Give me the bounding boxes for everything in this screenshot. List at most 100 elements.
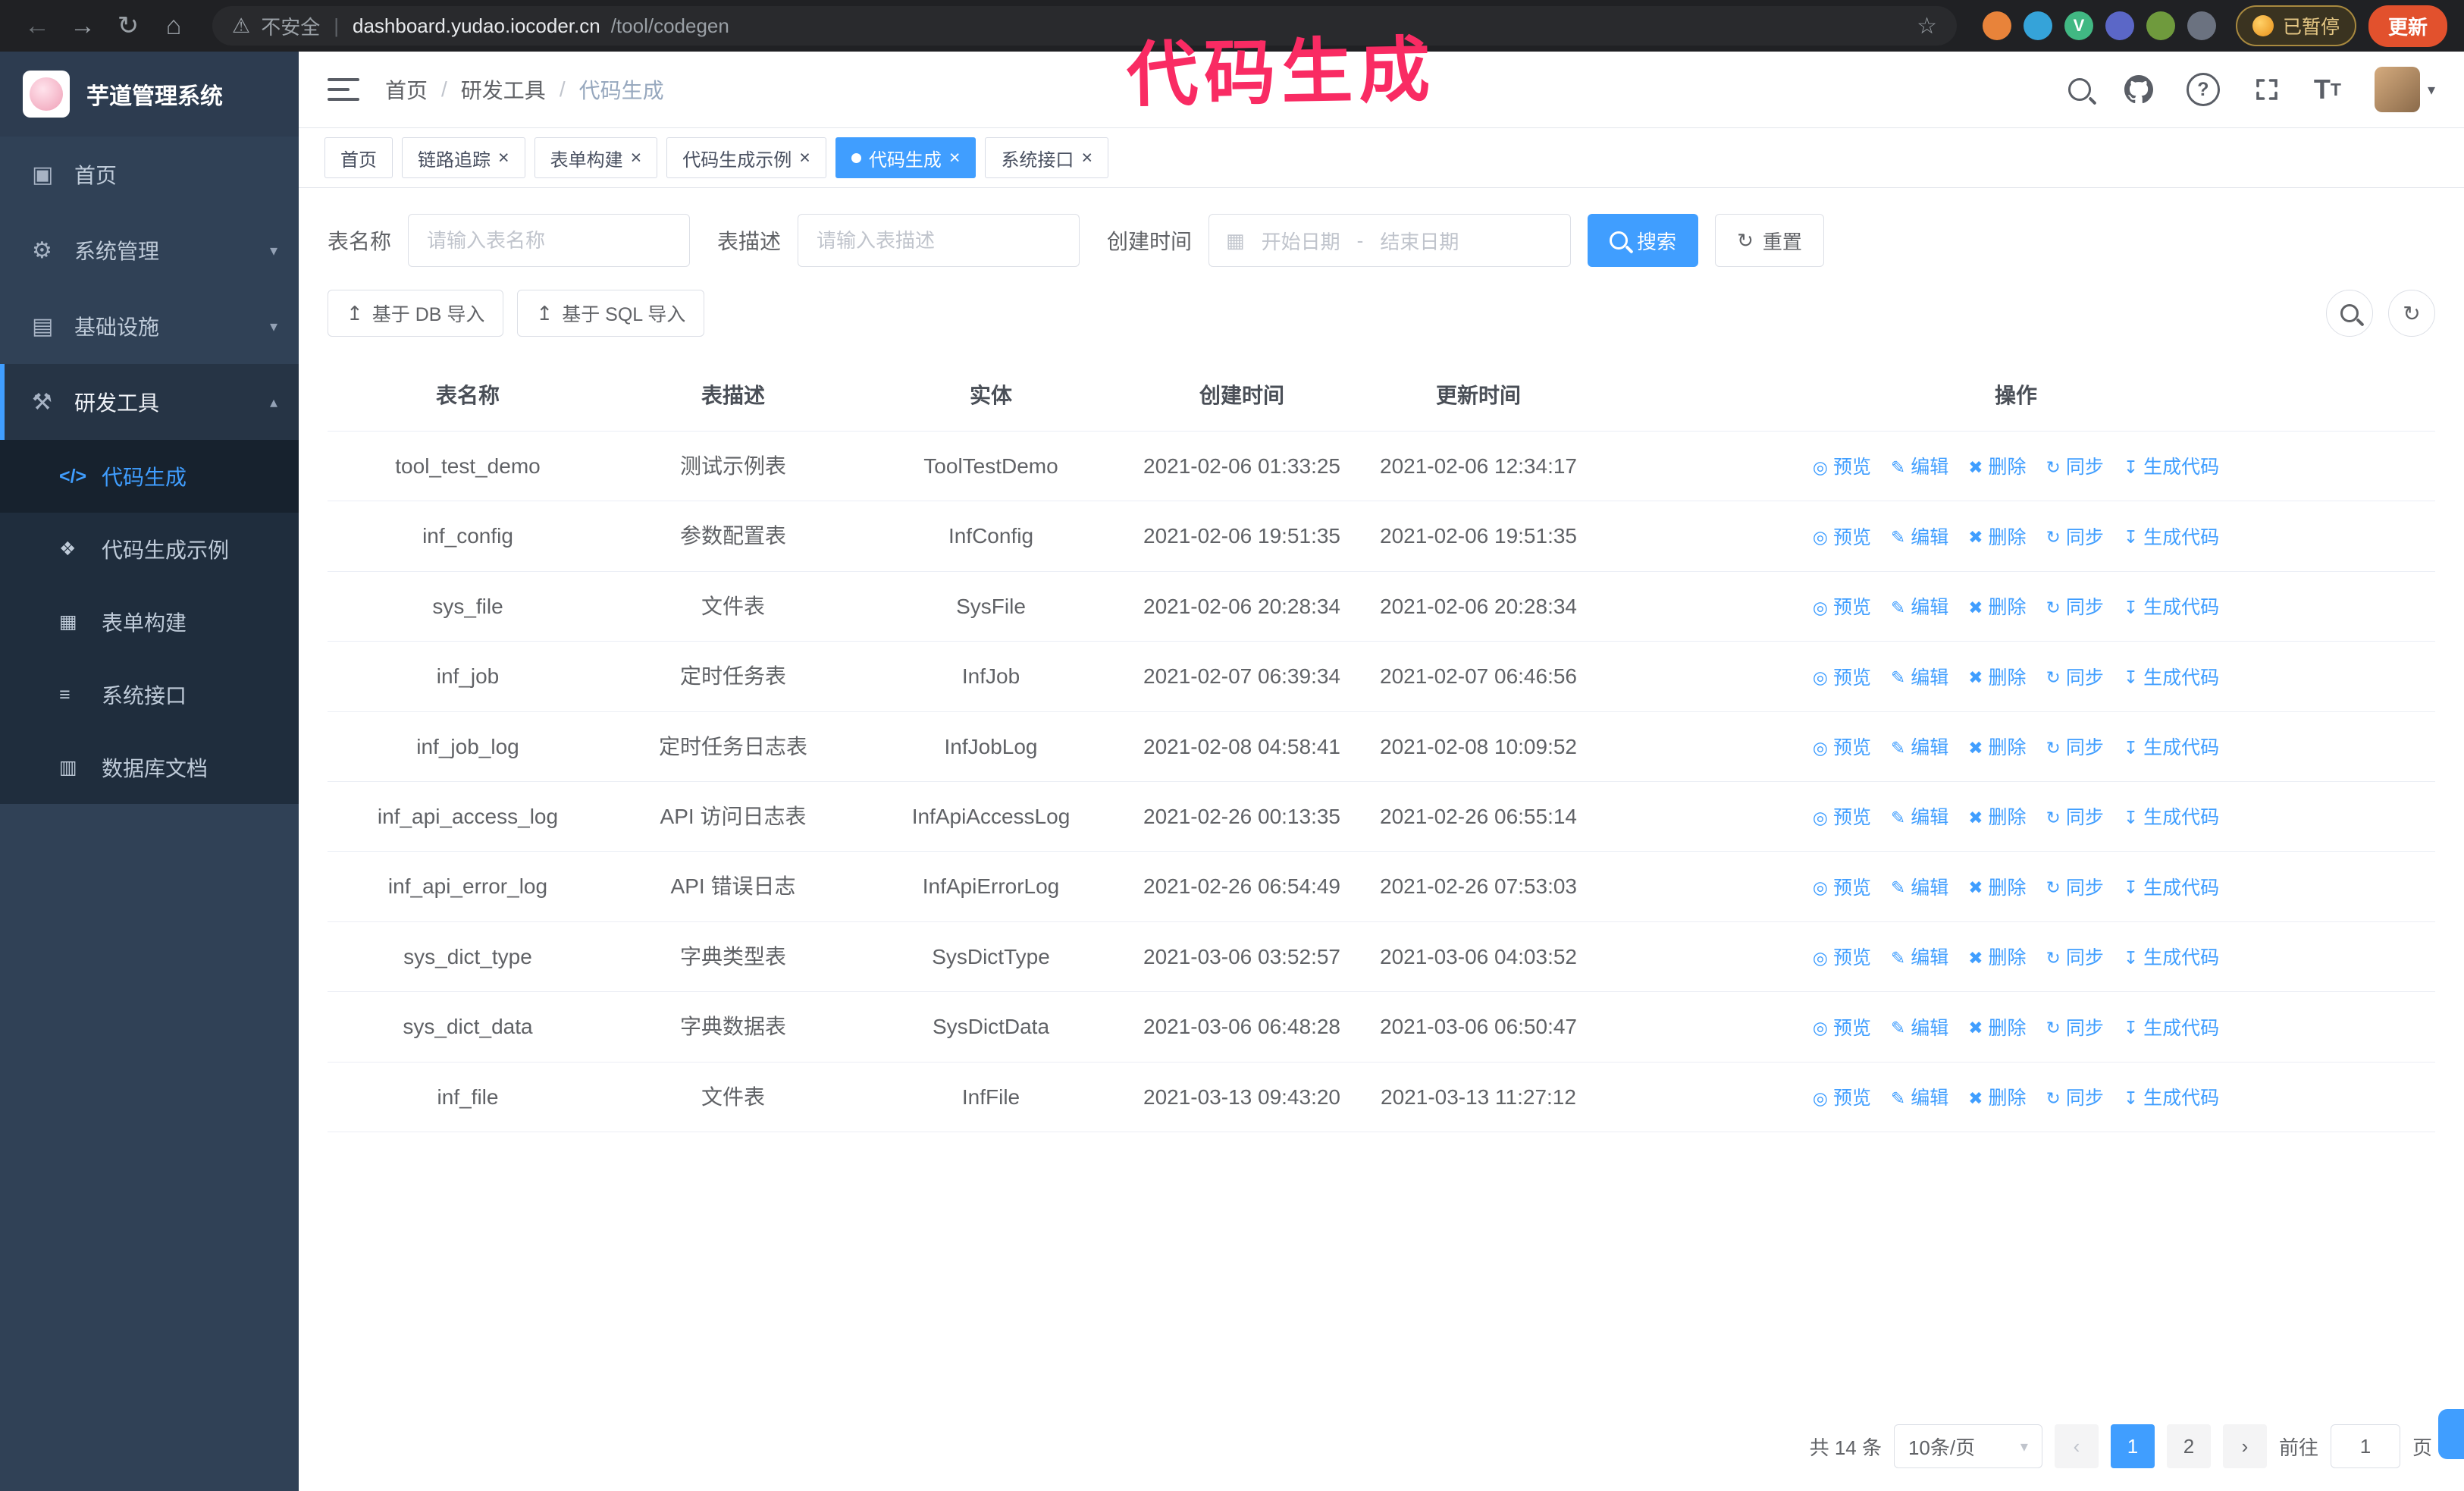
delete-link[interactable]: ✖ 删除 — [1968, 803, 2026, 833]
browser-home-icon[interactable]: ⌂ — [153, 11, 194, 41]
edit-link[interactable]: ✎ 编辑 — [1891, 803, 1948, 833]
reset-button[interactable]: ↻ 重置 — [1715, 214, 1824, 267]
close-icon[interactable]: × — [799, 147, 810, 169]
sidebar-item-infra[interactable]: ▤ 基础设施 ▾ — [0, 288, 299, 364]
delete-link[interactable]: ✖ 删除 — [1968, 453, 2026, 482]
tab-home[interactable]: 首页 — [324, 137, 393, 178]
breadcrumb-item[interactable]: 代码生成 — [579, 74, 664, 105]
edit-link[interactable]: ✎ 编辑 — [1891, 593, 1948, 623]
tab-codegen-example[interactable]: 代码生成示例 × — [666, 137, 826, 178]
tab-api[interactable]: 系统接口 × — [985, 137, 1109, 178]
sync-link[interactable]: ↻ 同步 — [2046, 803, 2104, 833]
preview-link[interactable]: ◎ 预览 — [1813, 874, 1871, 903]
delete-link[interactable]: ✖ 删除 — [1968, 874, 2026, 903]
extension-blue-icon[interactable] — [2023, 11, 2052, 40]
sidebar-item-codegen[interactable]: </> 代码生成 — [0, 440, 299, 513]
goto-page-input[interactable] — [2330, 1424, 2400, 1468]
edit-link[interactable]: ✎ 编辑 — [1891, 453, 1948, 482]
edit-link[interactable]: ✎ 编辑 — [1891, 874, 1948, 903]
preview-link[interactable]: ◎ 预览 — [1813, 803, 1871, 833]
sidebar-item-codegen-example[interactable]: ❖ 代码生成示例 — [0, 513, 299, 585]
close-icon[interactable]: × — [949, 147, 961, 169]
sync-link[interactable]: ↻ 同步 — [2046, 733, 2104, 763]
edit-link[interactable]: ✎ 编辑 — [1891, 1084, 1948, 1113]
import-sql-button[interactable]: ↥ 基于 SQL 导入 — [517, 290, 705, 337]
search-icon[interactable] — [2067, 78, 2091, 101]
sidebar-item-api[interactable]: ≡ 系统接口 — [0, 658, 299, 731]
delete-link[interactable]: ✖ 删除 — [1968, 664, 2026, 693]
sync-link[interactable]: ↻ 同步 — [2046, 943, 2104, 973]
tab-form-build[interactable]: 表单构建 × — [534, 137, 658, 178]
sidebar-item-system[interactable]: ⚙ 系统管理 ▾ — [0, 212, 299, 288]
delete-link[interactable]: ✖ 删除 — [1968, 1084, 2026, 1113]
sidebar-item-form-build[interactable]: ▦ 表单构建 — [0, 585, 299, 658]
prev-page-button[interactable]: ‹ — [2054, 1424, 2099, 1468]
generate-link[interactable]: ↧ 生成代码 — [2124, 874, 2219, 903]
preview-link[interactable]: ◎ 预览 — [1813, 1014, 1871, 1044]
font-size-icon[interactable]: TT — [2314, 74, 2341, 105]
browser-refresh-icon[interactable]: ↻ — [108, 11, 149, 41]
toggle-search-button[interactable] — [2326, 290, 2373, 337]
help-icon[interactable]: ? — [2186, 73, 2220, 106]
profile-paused-badge[interactable]: 已暂停 — [2235, 5, 2356, 46]
search-button[interactable]: 搜索 — [1588, 214, 1699, 267]
generate-link[interactable]: ↧ 生成代码 — [2124, 523, 2219, 553]
preview-link[interactable]: ◎ 预览 — [1813, 943, 1871, 973]
generate-link[interactable]: ↧ 生成代码 — [2124, 1014, 2219, 1044]
extension-vue-icon[interactable]: V — [2064, 11, 2093, 40]
generate-link[interactable]: ↧ 生成代码 — [2124, 803, 2219, 833]
sync-link[interactable]: ↻ 同步 — [2046, 874, 2104, 903]
edit-link[interactable]: ✎ 编辑 — [1891, 523, 1948, 553]
tab-tracer[interactable]: 链路追踪 × — [402, 137, 525, 178]
import-db-button[interactable]: ↥ 基于 DB 导入 — [328, 290, 504, 337]
sync-link[interactable]: ↻ 同步 — [2046, 1014, 2104, 1044]
extension-orange-icon[interactable] — [1982, 11, 2011, 40]
sidebar-item-home[interactable]: ▣ 首页 — [0, 137, 299, 212]
browser-update-button[interactable]: 更新 — [2368, 5, 2447, 47]
app-logo[interactable]: 芋道管理系统 — [0, 52, 299, 137]
extension-indigo-icon[interactable] — [2105, 11, 2134, 40]
delete-link[interactable]: ✖ 删除 — [1968, 1014, 2026, 1044]
preview-link[interactable]: ◎ 预览 — [1813, 1084, 1871, 1113]
edit-link[interactable]: ✎ 编辑 — [1891, 1014, 1948, 1044]
generate-link[interactable]: ↧ 生成代码 — [2124, 1084, 2219, 1113]
extension-gray-icon[interactable] — [2187, 11, 2216, 40]
tab-codegen[interactable]: 代码生成 × — [835, 137, 977, 178]
delete-link[interactable]: ✖ 删除 — [1968, 943, 2026, 973]
delete-link[interactable]: ✖ 删除 — [1968, 593, 2026, 623]
sync-link[interactable]: ↻ 同步 — [2046, 523, 2104, 553]
page-size-select[interactable]: 10条/页 ▾ — [1893, 1424, 2042, 1468]
bookmark-star-icon[interactable]: ☆ — [1917, 13, 1937, 39]
browser-forward-icon[interactable]: → — [62, 11, 103, 41]
sync-link[interactable]: ↻ 同步 — [2046, 1084, 2104, 1113]
edit-link[interactable]: ✎ 编辑 — [1891, 733, 1948, 763]
preview-link[interactable]: ◎ 预览 — [1813, 733, 1871, 763]
fullscreen-icon[interactable] — [2253, 76, 2281, 103]
generate-link[interactable]: ↧ 生成代码 — [2124, 664, 2219, 693]
close-icon[interactable]: × — [498, 147, 509, 169]
refresh-table-button[interactable]: ↻ — [2388, 290, 2435, 337]
github-icon[interactable] — [2124, 75, 2153, 104]
preview-link[interactable]: ◎ 预览 — [1813, 453, 1871, 482]
page-button-1[interactable]: 1 — [2110, 1424, 2155, 1468]
sidebar-item-devtools[interactable]: ⚒ 研发工具 ▴ — [0, 364, 299, 440]
preview-link[interactable]: ◎ 预览 — [1813, 664, 1871, 693]
sidebar-item-db-doc[interactable]: ▥ 数据库文档 — [0, 731, 299, 804]
sync-link[interactable]: ↻ 同步 — [2046, 453, 2104, 482]
browser-back-icon[interactable]: ← — [17, 11, 58, 41]
generate-link[interactable]: ↧ 生成代码 — [2124, 593, 2219, 623]
sidebar-collapse-icon[interactable] — [328, 78, 359, 101]
table-name-input[interactable] — [408, 214, 691, 267]
page-button-2[interactable]: 2 — [2166, 1424, 2211, 1468]
sync-link[interactable]: ↻ 同步 — [2046, 593, 2104, 623]
delete-link[interactable]: ✖ 删除 — [1968, 733, 2026, 763]
breadcrumb-item[interactable]: 研发工具 — [461, 74, 546, 105]
preview-link[interactable]: ◎ 预览 — [1813, 593, 1871, 623]
address-bar[interactable]: ⚠ 不安全 | dashboard.yudao.iocoder.cn/tool/… — [212, 6, 1957, 46]
avatar[interactable]: ▾ — [2374, 67, 2435, 112]
edit-link[interactable]: ✎ 编辑 — [1891, 664, 1948, 693]
next-page-button[interactable]: › — [2222, 1424, 2267, 1468]
date-range-picker[interactable]: ▦ 开始日期 - 结束日期 — [1208, 214, 1572, 267]
close-icon[interactable]: × — [1081, 147, 1092, 169]
generate-link[interactable]: ↧ 生成代码 — [2124, 733, 2219, 763]
